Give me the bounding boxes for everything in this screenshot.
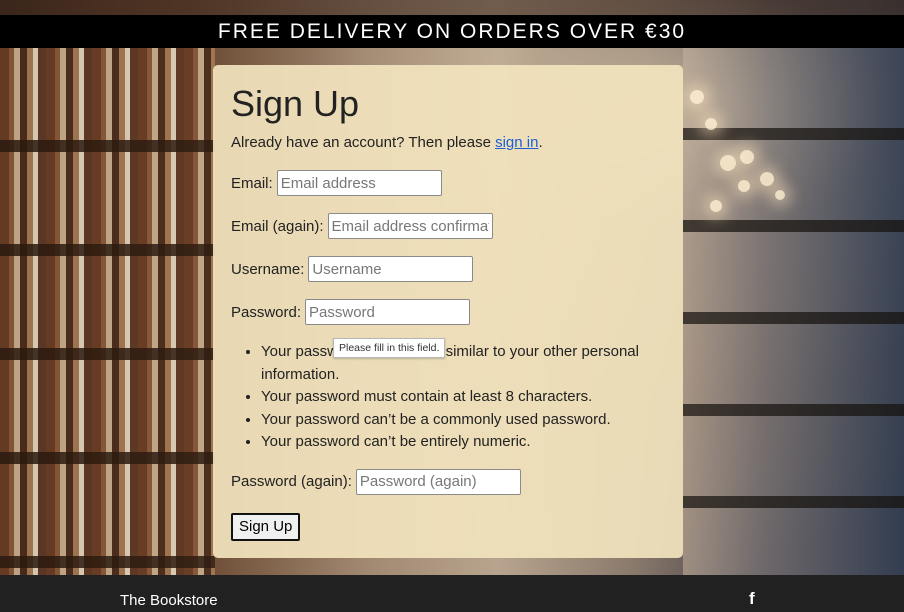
signup-card: Sign Up Already have an account? Then pl… bbox=[213, 65, 683, 558]
lamp-light bbox=[705, 118, 717, 130]
bookshelf-right bbox=[683, 48, 904, 578]
lamp-light bbox=[710, 200, 722, 212]
password-label: Password: bbox=[231, 303, 302, 321]
footer-brand: The Bookstore bbox=[120, 592, 218, 609]
facebook-icon[interactable]: f bbox=[749, 589, 755, 609]
top-strip bbox=[0, 0, 904, 15]
signup-submit-button[interactable]: Sign Up bbox=[231, 512, 301, 541]
delivery-banner: FREE DELIVERY ON ORDERS OVER €30 bbox=[0, 15, 904, 48]
password-confirm-row: Password (again): bbox=[231, 468, 665, 496]
username-field[interactable] bbox=[308, 256, 474, 282]
email-label: Email: bbox=[231, 174, 273, 192]
page-title: Sign Up bbox=[231, 83, 360, 124]
username-label: Username: bbox=[231, 260, 305, 278]
lamp-light bbox=[740, 150, 754, 164]
lamp-light bbox=[775, 190, 785, 200]
lamp-light bbox=[760, 172, 774, 186]
password-rules: Your password can’t be too similar to yo… bbox=[231, 341, 665, 454]
password-row: Password: bbox=[231, 298, 665, 326]
email-row: Email: bbox=[231, 169, 665, 197]
password-rule: Your password can’t be entirely numeric. bbox=[261, 431, 665, 454]
footer: The Bookstore f bbox=[0, 575, 904, 612]
lamp-light bbox=[738, 180, 750, 192]
email-confirm-row: Email (again): bbox=[231, 212, 665, 240]
password-confirm-label: Password (again): bbox=[231, 473, 352, 490]
password-rule: Your password must contain at least 8 ch… bbox=[261, 386, 665, 409]
signin-prompt: Already have an account? Then please sig… bbox=[231, 133, 665, 153]
password-rule: Your password can’t be a commonly used p… bbox=[261, 409, 665, 432]
password-confirm-field[interactable] bbox=[355, 468, 521, 495]
username-row: Username: bbox=[231, 255, 665, 283]
email-field[interactable] bbox=[276, 170, 442, 196]
signin-prompt-text: Already have an account? Then please bbox=[231, 134, 496, 151]
bookshelf-left bbox=[0, 48, 215, 578]
lamp-light bbox=[690, 90, 704, 104]
email-confirm-label: Email (again): bbox=[231, 217, 324, 235]
lamp-light bbox=[720, 155, 736, 171]
validation-tooltip: Please fill in this field. bbox=[333, 338, 446, 358]
password-field[interactable] bbox=[305, 299, 471, 325]
password-rule: Your password can’t be too similar to yo… bbox=[261, 341, 665, 386]
signin-link[interactable]: sign in bbox=[495, 134, 538, 151]
signin-prompt-end: . bbox=[538, 134, 543, 151]
email-confirm-field[interactable] bbox=[327, 213, 493, 239]
